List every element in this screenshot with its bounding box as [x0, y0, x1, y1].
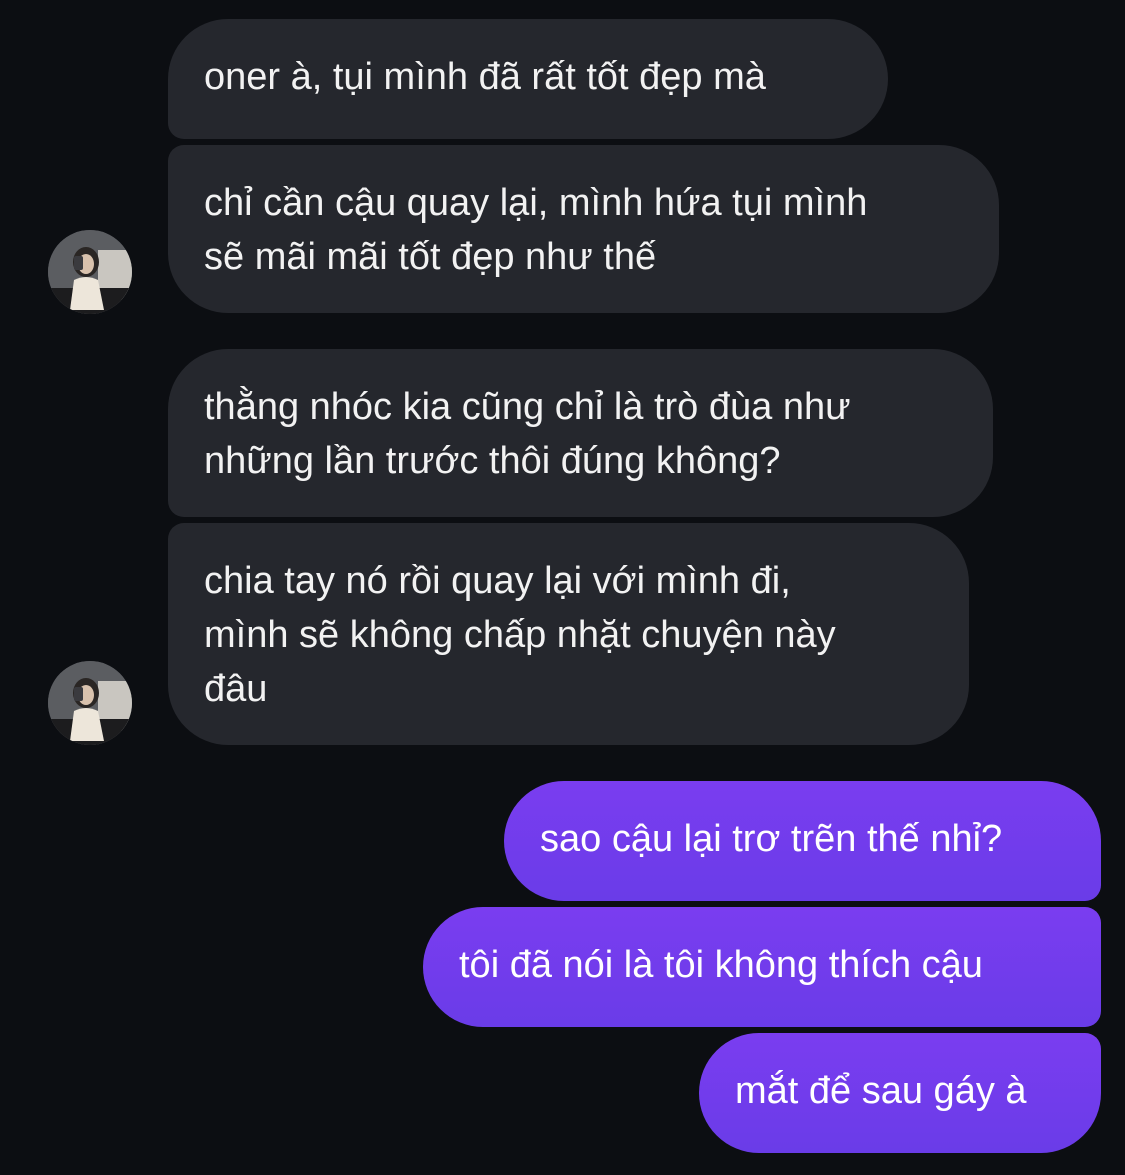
contact-avatar[interactable]: [48, 661, 132, 745]
incoming-message[interactable]: chỉ cần cậu quay lại, mình hứa tụi mình …: [168, 145, 999, 313]
incoming-message[interactable]: thằng nhóc kia cũng chỉ là trò đùa như n…: [168, 349, 993, 517]
contact-avatar[interactable]: [48, 230, 132, 314]
outgoing-message[interactable]: mắt để sau gáy à: [699, 1033, 1101, 1153]
avatar-photo-icon: [48, 661, 132, 745]
incoming-message[interactable]: chia tay nó rồi quay lại với mình đi, mì…: [168, 523, 969, 745]
incoming-message[interactable]: oner à, tụi mình đã rất tốt đẹp mà: [168, 19, 888, 139]
avatar-photo-icon: [48, 230, 132, 314]
outgoing-message[interactable]: sao cậu lại trơ trẽn thế nhỉ?: [504, 781, 1101, 901]
outgoing-message[interactable]: tôi đã nói là tôi không thích cậu: [423, 907, 1101, 1027]
